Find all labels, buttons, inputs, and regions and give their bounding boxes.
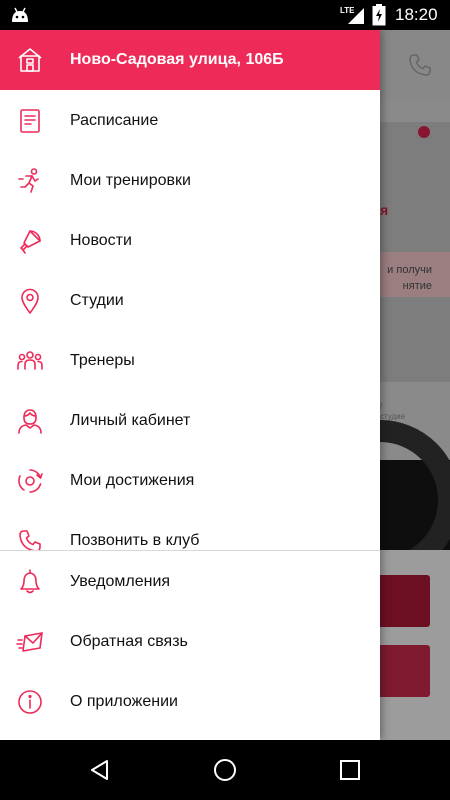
lte-signal-icon: LTE [336, 4, 366, 26]
drawer-menu-list[interactable]: Расписание Мои тренировки Новости Студии… [0, 90, 380, 550]
menu-item-label: Студии [70, 292, 124, 309]
location-pin-icon [16, 287, 44, 315]
running-man-icon [16, 167, 44, 195]
club-address-title: Ново-Садовая улица, 106Б [70, 51, 284, 68]
menu-item-label: Личный кабинет [70, 412, 191, 429]
menu-item-label: Обратная связь [70, 633, 188, 650]
banner-small-fragment: / студие [380, 402, 406, 421]
banner-promo-fragment: и получи нятие [387, 264, 432, 292]
banner-headline-fragment: я [380, 202, 389, 218]
building-icon [17, 47, 43, 73]
menu-item-label: Мои достижения [70, 472, 195, 489]
info-icon [16, 688, 44, 716]
envelope-icon [16, 628, 44, 656]
android-icon [10, 6, 30, 24]
banner-indicator-dot [418, 126, 430, 138]
clock: 18:20 [395, 5, 438, 24]
recents-icon[interactable] [338, 758, 362, 782]
menu-item-feedback[interactable]: Обратная связь [0, 611, 380, 671]
menu-item-my-workouts[interactable]: Мои тренировки [0, 150, 380, 210]
menu-item-label: Новости [70, 232, 132, 249]
back-icon[interactable] [88, 758, 112, 782]
schedule-icon [16, 107, 44, 135]
menu-item-label: Тренеры [70, 352, 135, 369]
home-icon[interactable] [213, 758, 237, 782]
menu-item-label: О приложении [70, 693, 178, 710]
club-address-header[interactable]: Ново-Садовая улица, 106Б [0, 30, 380, 90]
navigation-drawer: Ново-Садовая улица, 106Б Расписание Мои … [0, 30, 380, 740]
megaphone-icon [16, 227, 44, 255]
menu-item-schedule[interactable]: Расписание [0, 90, 380, 150]
achievements-icon [16, 467, 44, 495]
menu-item-label: Мои тренировки [70, 172, 191, 189]
user-profile-icon [16, 407, 44, 435]
phone-icon [16, 527, 44, 550]
menu-item-label: Расписание [70, 112, 159, 129]
system-navigation-bar [0, 740, 450, 800]
menu-item-call-club[interactable]: Позвонить в клуб [0, 510, 380, 550]
people-group-icon [16, 347, 44, 375]
menu-item-about[interactable]: О приложении [0, 671, 380, 731]
menu-item-achievements[interactable]: Мои достижения [0, 450, 380, 510]
menu-item-label: Уведомления [70, 573, 171, 590]
phone-icon[interactable] [405, 50, 435, 80]
menu-item-account[interactable]: Личный кабинет [0, 390, 380, 450]
menu-item-studios[interactable]: Студии [0, 270, 380, 330]
menu-item-label: Позвонить в клуб [70, 532, 200, 549]
menu-item-trainers[interactable]: Тренеры [0, 330, 380, 390]
battery-charging-icon [372, 4, 386, 26]
network-label: LTE [340, 6, 355, 15]
status-bar: LTE 18:20 [0, 0, 450, 30]
drawer-fixed-menu: Уведомления Обратная связь О приложении [0, 551, 380, 740]
menu-item-notifications[interactable]: Уведомления [0, 551, 380, 611]
menu-item-news[interactable]: Новости [0, 210, 380, 270]
bell-icon [16, 568, 44, 596]
